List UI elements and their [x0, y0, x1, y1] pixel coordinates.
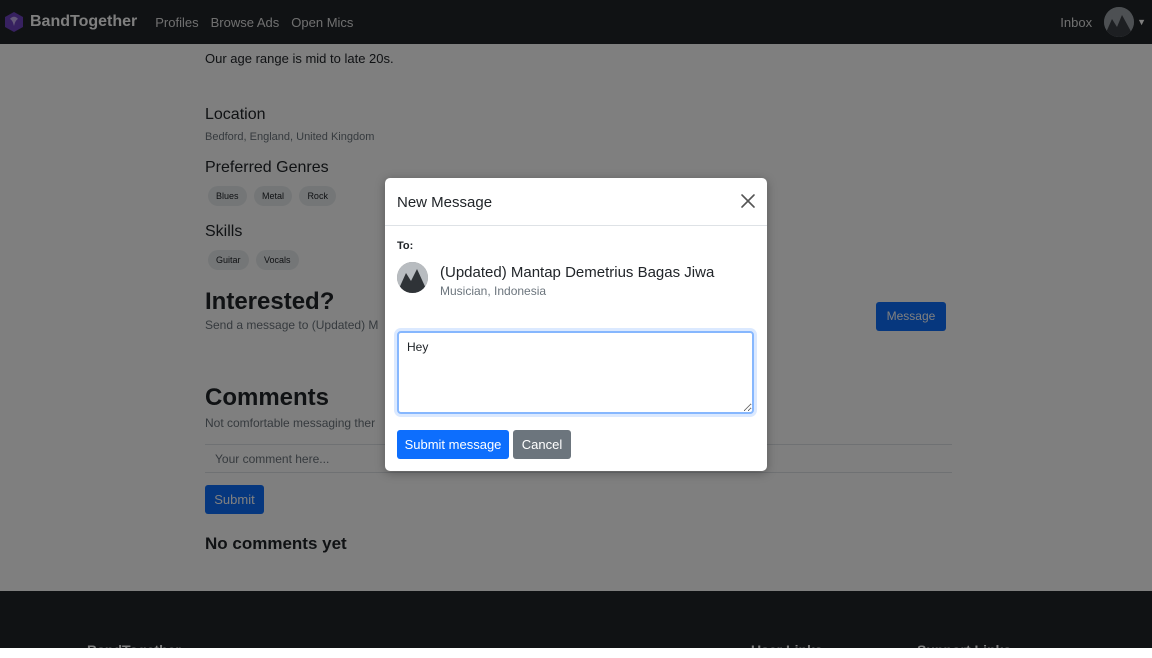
- modal-title: New Message: [397, 194, 493, 211]
- recipient-name: (Updated) Mantap Demetrius Bagas Jiwa: [440, 264, 715, 281]
- recipient-subtitle: Musician, Indonesia: [440, 284, 547, 298]
- recipient-avatar-image: [397, 262, 428, 293]
- new-message-modal: New Message To: (Updated) Mantap Demetri…: [385, 178, 767, 471]
- message-textarea[interactable]: Hey: [397, 331, 754, 414]
- to-label: To:: [397, 240, 414, 252]
- close-icon[interactable]: [739, 192, 757, 210]
- recipient-avatar: [397, 262, 428, 293]
- modal-header: New Message: [385, 178, 767, 226]
- submit-message-button[interactable]: Submit message: [397, 430, 509, 459]
- cancel-button[interactable]: Cancel: [513, 430, 571, 459]
